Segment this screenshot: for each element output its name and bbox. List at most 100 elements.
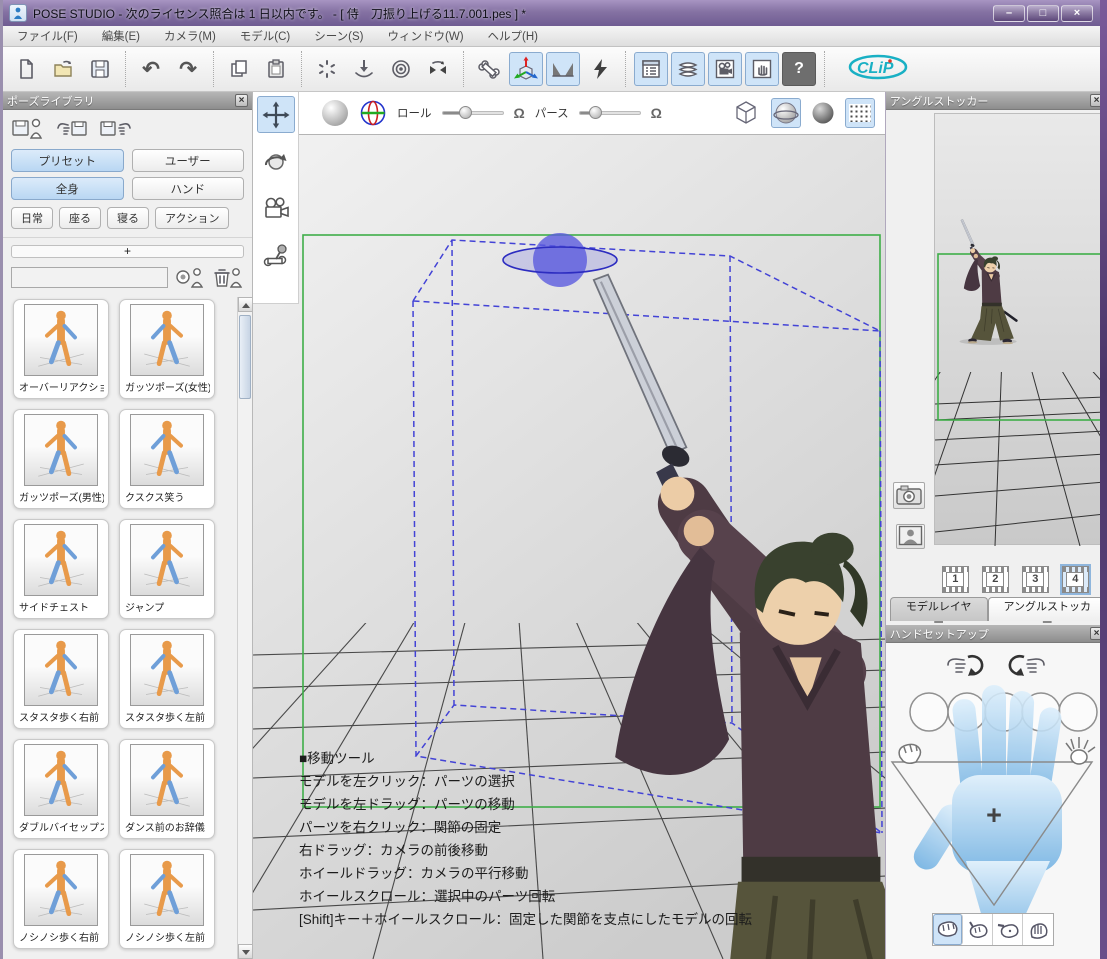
perspective-reset-icon[interactable]: Ω: [651, 105, 662, 121]
toggle-hand-panel-button[interactable]: [745, 52, 779, 86]
reset-pose-button[interactable]: [310, 52, 344, 86]
redo-button[interactable]: ↷: [171, 52, 205, 86]
pose-figure-icon: [131, 415, 203, 485]
roll-slider-thumb[interactable]: [459, 106, 472, 119]
save-file-button[interactable]: [83, 52, 117, 86]
pose-thumbnail[interactable]: スタスタ歩く右前: [13, 629, 109, 729]
rotation-gizmo-icon[interactable]: [359, 99, 387, 127]
paste-button[interactable]: [259, 52, 293, 86]
pose-thumbnail[interactable]: ジャンプ: [119, 519, 215, 619]
rotate-tool-button[interactable]: [257, 143, 295, 180]
apply-pose-to-model-button[interactable]: [174, 265, 206, 289]
roll-reset-icon[interactable]: Ω: [514, 105, 525, 121]
new-file-button[interactable]: [9, 52, 43, 86]
toggle-camera-panel-button[interactable]: [708, 52, 742, 86]
copy-button[interactable]: [222, 52, 256, 86]
angle-slot-button[interactable]: 4: [1062, 566, 1089, 593]
center-view-button[interactable]: [384, 52, 418, 86]
camera-tool-button[interactable]: [257, 190, 295, 227]
undo-button[interactable]: ↶: [134, 52, 168, 86]
pose-thumbnail[interactable]: クスクス笑う: [119, 409, 215, 509]
menu-item[interactable]: ウィンドウ(W): [388, 28, 464, 44]
pose-apply-button[interactable]: [99, 116, 133, 142]
camera-angle-button[interactable]: [546, 52, 580, 86]
closed-fist-icon: [899, 744, 920, 763]
pose-thumbnail[interactable]: ダブルバイセップスフロ: [13, 739, 109, 839]
hand-preset-open-button[interactable]: [1023, 914, 1053, 945]
minimize-button[interactable]: –: [993, 5, 1025, 22]
lighting-sphere-icon[interactable]: [321, 99, 349, 127]
perspective-slider[interactable]: [579, 111, 641, 115]
pose-apply-icon: [100, 116, 132, 140]
angle-slot-button[interactable]: 2: [982, 566, 1009, 593]
rotate-hand-right-button[interactable]: [1004, 649, 1048, 681]
menu-item[interactable]: モデル(C): [240, 28, 290, 44]
angle-slot-button[interactable]: 1: [942, 566, 969, 593]
hand-preset-point-button[interactable]: [993, 914, 1023, 945]
viewport[interactable]: ロール Ω パース Ω: [253, 92, 885, 959]
scroll-down-button[interactable]: [238, 944, 252, 959]
perspective-slider-thumb[interactable]: [589, 106, 602, 119]
pose-thumbnail[interactable]: サイドチェスト: [13, 519, 109, 619]
menu-item[interactable]: ヘルプ(H): [488, 28, 538, 44]
drop-to-ground-button[interactable]: [347, 52, 381, 86]
toggle-pose-library-button[interactable]: [634, 52, 668, 86]
close-button[interactable]: ×: [1061, 5, 1093, 22]
menu-item[interactable]: カメラ(M): [164, 28, 216, 44]
stocker-tab[interactable]: モデルレイヤー: [890, 597, 988, 621]
pose-category-button[interactable]: アクション: [155, 207, 229, 229]
pose-thumbnail[interactable]: ノシノシ歩く右前: [13, 849, 109, 949]
pose-thumbnail[interactable]: ガッツポーズ(男性): [13, 409, 109, 509]
pose-thumbnail[interactable]: ノシノシ歩く左前: [119, 849, 215, 949]
joint-pin-tool-button[interactable]: [257, 237, 295, 274]
pose-thumbnail-image: [24, 524, 98, 596]
category-expander[interactable]: +: [11, 245, 244, 258]
shaded-sphere-button[interactable]: [771, 98, 801, 128]
pose-library-close-button[interactable]: ×: [235, 94, 248, 107]
pose-category-button[interactable]: 日常: [11, 207, 53, 229]
help-button[interactable]: ?: [782, 52, 816, 86]
open-file-button[interactable]: [46, 52, 80, 86]
pose-part-tab[interactable]: 全身: [11, 177, 124, 200]
menu-item[interactable]: ファイル(F): [17, 28, 78, 44]
rotate-hand-left-button[interactable]: [944, 649, 988, 681]
screen-tone-button[interactable]: [845, 98, 875, 128]
hand-setup-canvas[interactable]: +: [886, 683, 1107, 933]
bone-tool-button[interactable]: [472, 52, 506, 86]
wireframe-cube-button[interactable]: [731, 98, 761, 128]
effect-button[interactable]: [583, 52, 617, 86]
pose-category-button[interactable]: 寝る: [107, 207, 149, 229]
pose-thumbnail[interactable]: ガッツポーズ(女性): [119, 299, 215, 399]
stocker-tab[interactable]: アングルストッカー: [988, 597, 1107, 621]
roll-slider[interactable]: [442, 111, 504, 115]
move-model-button[interactable]: [509, 52, 543, 86]
scroll-up-button[interactable]: [238, 297, 252, 312]
pose-search-input[interactable]: [11, 267, 168, 288]
pose-part-tab[interactable]: ハンド: [132, 177, 245, 200]
pose-category-button[interactable]: 座る: [59, 207, 101, 229]
rotate-hand-right-icon: [1004, 649, 1048, 681]
mirror-pose-button[interactable]: [421, 52, 455, 86]
hand-preset-fist-button[interactable]: [933, 914, 963, 945]
menu-item[interactable]: シーン(S): [314, 28, 363, 44]
pose-thumbnail[interactable]: スタスタ歩く左前: [119, 629, 215, 729]
model-portrait-button[interactable]: [896, 524, 925, 549]
delete-pose-button[interactable]: [212, 265, 244, 289]
pose-source-tab[interactable]: ユーザー: [132, 149, 245, 172]
toggle-model-layer-button[interactable]: [671, 52, 705, 86]
pose-thumbnail[interactable]: ダンス前のお辞儀: [119, 739, 215, 839]
maximize-button[interactable]: □: [1027, 5, 1059, 22]
pose-register-button[interactable]: [55, 116, 89, 142]
pose-thumbnail[interactable]: オーバーリアクション: [13, 299, 109, 399]
angle-slot-button[interactable]: 3: [1022, 566, 1049, 593]
pose-source-tab[interactable]: プリセット: [11, 149, 124, 172]
snapshot-camera-button[interactable]: [893, 482, 925, 509]
move-tool-button[interactable]: [257, 96, 295, 133]
scrollbar-thumb[interactable]: [239, 315, 251, 399]
hand-preset-thumb-up-button[interactable]: [963, 914, 993, 945]
pose-capture-button[interactable]: [11, 116, 45, 142]
menu-item[interactable]: 編集(E): [102, 28, 140, 44]
dark-sphere-icon[interactable]: [811, 101, 835, 125]
pose-search-row: [3, 258, 252, 293]
angle-preview[interactable]: [934, 113, 1104, 545]
